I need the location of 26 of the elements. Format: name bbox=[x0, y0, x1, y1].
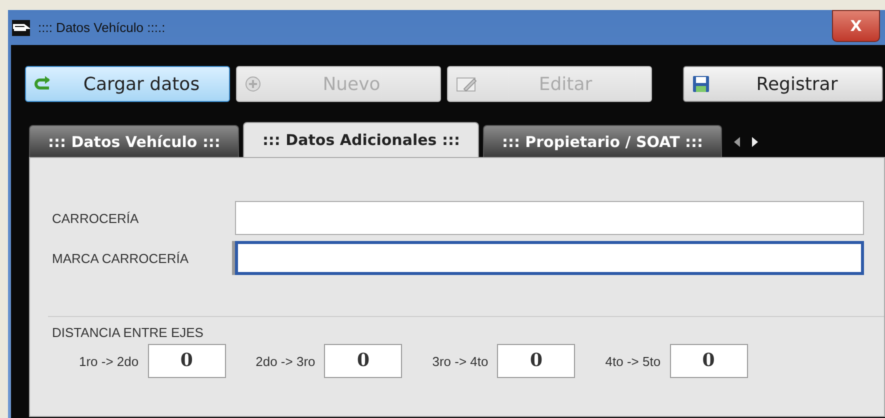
section-title: DISTANCIA ENTRE EJES bbox=[52, 325, 204, 340]
window-title: :::: Datos Vehículo :::.: bbox=[38, 20, 166, 35]
close-button[interactable]: X bbox=[832, 10, 880, 42]
field-label: CARROCERÍA bbox=[52, 210, 140, 226]
tab[interactable]: ::: Datos Vehículo ::: bbox=[29, 125, 240, 157]
pencil-note-icon bbox=[456, 76, 478, 92]
input-field[interactable] bbox=[235, 201, 864, 235]
field-label: 3ro -> 4to bbox=[432, 354, 488, 368]
input-field[interactable]: 0 bbox=[324, 344, 402, 378]
tab[interactable]: ::: Propietario / SOAT ::: bbox=[482, 125, 722, 157]
input-field[interactable]: 0 bbox=[497, 344, 576, 378]
input-field[interactable]: 0 bbox=[148, 344, 226, 378]
plus-circle-icon bbox=[245, 76, 261, 92]
input-field[interactable] bbox=[235, 241, 864, 275]
toolbar-button[interactable]: Cargar datos bbox=[25, 66, 230, 102]
input-field[interactable]: 0 bbox=[670, 344, 748, 378]
field-label: MARCA CARROCERÍA bbox=[52, 250, 190, 266]
toolbar-button[interactable]: Registrar bbox=[683, 66, 883, 102]
scroll-right-icon[interactable] bbox=[752, 137, 758, 147]
app-logo-icon bbox=[12, 20, 30, 36]
scroll-left-icon[interactable] bbox=[734, 137, 740, 147]
field-label: 4to -> 5to bbox=[605, 354, 661, 368]
return-arrow-icon bbox=[34, 76, 52, 92]
tab[interactable]: ::: Datos Adicionales ::: bbox=[243, 122, 479, 157]
field-label: 2do -> 3ro bbox=[256, 354, 316, 368]
field-label: 1ro -> 2do bbox=[79, 354, 139, 368]
